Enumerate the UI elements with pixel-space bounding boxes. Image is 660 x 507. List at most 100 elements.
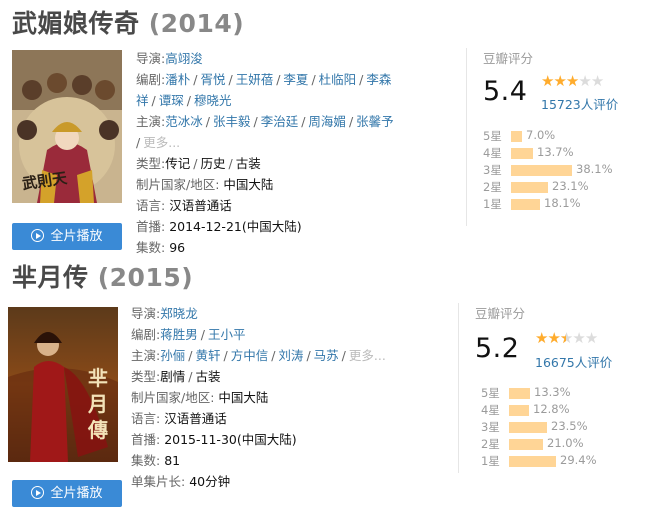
rating-percent: 13.7%: [537, 145, 574, 159]
star-icon: ★: [572, 329, 585, 347]
writer-link[interactable]: 谭琛: [159, 93, 184, 108]
writer-link[interactable]: 王妍蓓: [236, 72, 274, 87]
cast-label: 主演:: [131, 348, 161, 363]
director-label: 导演:: [136, 51, 166, 66]
premiere-label: 首播:: [136, 219, 166, 234]
star-icon: ★: [541, 72, 554, 90]
writer-link[interactable]: 王小平: [208, 327, 246, 342]
writer-row: 编剧:蒋胜男 / 王小平: [131, 327, 246, 342]
writer-link[interactable]: 祥: [136, 93, 149, 108]
genre-value: 古装: [195, 369, 221, 384]
cast-link[interactable]: 黄轩: [195, 348, 220, 363]
cast-link[interactable]: 孙俪: [160, 348, 185, 363]
runtime-row: 单集片长: 40分钟: [131, 471, 411, 492]
rating-score: 5.4: [483, 76, 528, 107]
cast-link[interactable]: 张馨予: [356, 114, 394, 129]
rating-distribution-row: 4星 12.8%: [481, 402, 660, 419]
director-link[interactable]: 郑晓龙: [160, 306, 198, 321]
director-row: 导演:郑晓龙: [131, 303, 411, 324]
rating-label: 豆瓣评分: [475, 306, 526, 321]
premiere-row: 首播: 2014-12-21(中国大陆): [136, 216, 416, 237]
play-circle-icon: [31, 486, 45, 499]
play-all-button[interactable]: 全片播放: [12, 223, 122, 250]
cast-link[interactable]: 方中信: [231, 348, 269, 363]
rating-distribution-row: 5星 13.3%: [481, 385, 660, 402]
writer-link[interactable]: 杜临阳: [319, 72, 357, 87]
language-row: 语言: 汉语普通话: [136, 195, 416, 216]
star-level-label: 2星: [483, 180, 502, 194]
runtime-value: 40分钟: [189, 474, 231, 489]
play-all-label: 全片播放: [50, 486, 103, 501]
episodes-row: 集数: 81: [131, 450, 411, 471]
rating-percent: 12.8%: [533, 402, 570, 416]
rating-bar: [509, 456, 556, 467]
rating-distribution-row: 1星 18.1%: [483, 196, 660, 213]
star-level-label: 4星: [483, 146, 502, 160]
vote-count-link[interactable]: 16675人评价: [535, 352, 612, 371]
cast-link[interactable]: 周海媚: [308, 114, 346, 129]
vote-count-link[interactable]: 15723人评价: [541, 94, 618, 113]
cast-link[interactable]: 范冰冰: [165, 114, 203, 129]
poster-image[interactable]: 武則天: [12, 50, 122, 203]
rating-bar: [511, 148, 533, 159]
cast-link[interactable]: 李治廷: [261, 114, 299, 129]
region-label: 制片国家/地区:: [131, 390, 215, 405]
writer-link[interactable]: 蒋胜男: [160, 327, 198, 342]
cast-label: 主演:: [136, 114, 166, 129]
genre-value: 历史: [200, 156, 226, 171]
movie-info: 导演:郑晓龙 编剧:蒋胜男 / 王小平 主演:孙俪 / 黄轩 / 方中信 / 刘涛 / 马苏 / 更多.…: [131, 303, 411, 492]
episodes-label: 集数:: [131, 453, 161, 468]
more-cast-link[interactable]: 更多...: [349, 348, 386, 363]
genre-value: 古装: [235, 156, 261, 171]
cast-row: 主演:范冰冰 / 张丰毅 / 李治廷 / 周海媚 / 张馨予: [136, 114, 394, 129]
play-all-label: 全片播放: [50, 229, 103, 244]
region-label: 制片国家/地区:: [136, 177, 220, 192]
cast-link[interactable]: 刘涛: [278, 348, 303, 363]
region-row: 制片国家/地区: 中国大陆: [131, 387, 411, 408]
poster-calligraphy: 芈月傳: [88, 366, 108, 442]
star-level-label: 1星: [481, 454, 500, 468]
star-level-label: 1星: [483, 197, 502, 211]
rating-percent: 21.0%: [547, 436, 584, 450]
writer-link[interactable]: 胥悦: [200, 72, 225, 87]
poster-image[interactable]: 芈月傳: [8, 307, 118, 462]
premiere-value: 2015-11-30(中国大陆): [164, 432, 297, 447]
cast-link[interactable]: 马苏: [314, 348, 339, 363]
writer-link[interactable]: 李森: [366, 72, 391, 87]
rating-percent: 29.4%: [560, 453, 597, 467]
star-icon: ★: [584, 329, 598, 347]
star-level-label: 5星: [483, 129, 502, 143]
rating-distribution: 5星 13.3% 4星 12.8% 3星 23.5% 2星 21.0% 1星 29.4%: [481, 385, 660, 470]
rating-panel: 豆瓣评分 5.2 ★★★★★ 16675人评价 5星13.3%4星12.8%3星…: [458, 303, 660, 473]
rating-bar: [511, 131, 522, 142]
cast-row-more: / 更多...: [136, 135, 181, 150]
rating-bar: [509, 388, 530, 399]
cast-row: 主演:孙俪 / 黄轩 / 方中信 / 刘涛 / 马苏 / 更多...: [131, 348, 386, 363]
title-text[interactable]: 芈月传: [12, 263, 89, 292]
star-level-label: 3星: [483, 163, 502, 177]
star-level-label: 5星: [481, 386, 500, 400]
genre-label: 类型:: [131, 369, 161, 384]
rating-bar: [509, 422, 547, 433]
rating-bar: [509, 439, 543, 450]
writer-label: 编剧:: [136, 72, 166, 87]
writer-link[interactable]: 李夏: [283, 72, 308, 87]
rating-percent: 23.1%: [552, 179, 589, 193]
writer-link[interactable]: 穆晓光: [194, 93, 232, 108]
movie-title[interactable]: 武媚娘传奇 (2014): [12, 4, 244, 40]
star-icon: ★: [547, 329, 560, 347]
more-cast-link[interactable]: 更多...: [143, 135, 180, 150]
movie-title[interactable]: 芈月传 (2015): [12, 258, 193, 294]
title-text[interactable]: 武媚娘传奇: [12, 9, 140, 38]
rating-distribution: 5星 7.0% 4星 13.7% 3星 38.1% 2星 23.1% 1星 18.1%: [483, 128, 660, 213]
play-all-button[interactable]: 全片播放: [12, 480, 122, 507]
star-rating: ★★★★★: [541, 72, 604, 90]
language-label: 语言:: [136, 198, 166, 213]
genre-row: 类型:剧情 / 古装: [131, 369, 221, 384]
writer-label: 编剧:: [131, 327, 161, 342]
cast-link[interactable]: 张丰毅: [213, 114, 251, 129]
writer-link[interactable]: 潘朴: [165, 72, 190, 87]
writer-row-continued: 祥 / 谭琛 / 穆晓光: [136, 93, 232, 108]
director-link[interactable]: 高翊浚: [165, 51, 203, 66]
rating-distribution-row: 3星 38.1%: [483, 162, 660, 179]
